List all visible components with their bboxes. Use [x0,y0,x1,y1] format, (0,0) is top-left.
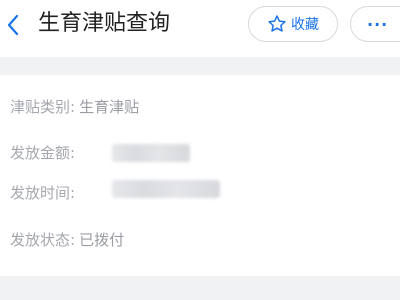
section-divider [0,57,400,75]
favorite-button[interactable]: 收藏 [248,6,338,42]
detail-row-category: 津贴类别: 生育津贴 [10,94,139,118]
header-bar: 生育津贴查询 收藏 ··· [0,0,400,52]
more-dots-icon: ··· [367,14,389,34]
redacted-time [112,180,220,198]
redacted-amount [112,144,190,162]
detail-row-time: 发放时间: [10,180,75,204]
favorite-label: 收藏 [291,17,319,33]
back-button[interactable] [0,10,26,40]
detail-label: 发放时间: [10,183,76,202]
section-divider [0,276,400,300]
more-options-button[interactable]: ··· [350,6,400,42]
star-outline-icon [268,15,286,32]
detail-label: 津贴类别: [10,97,76,116]
detail-value: 生育津贴 [79,97,140,116]
detail-row-amount: 发放金额: [10,140,75,164]
detail-value: 已拨付 [79,230,125,249]
detail-label: 发放状态: [10,230,76,249]
detail-row-status: 发放状态: 已拨付 [10,227,124,251]
chevron-left-icon [7,14,19,36]
detail-label: 发放金额: [10,143,76,162]
page: 生育津贴查询 收藏 ··· 津贴类别: 生育津贴 发放金额: 发放时间: 发放状… [0,0,400,300]
page-title: 生育津贴查询 [38,11,171,36]
